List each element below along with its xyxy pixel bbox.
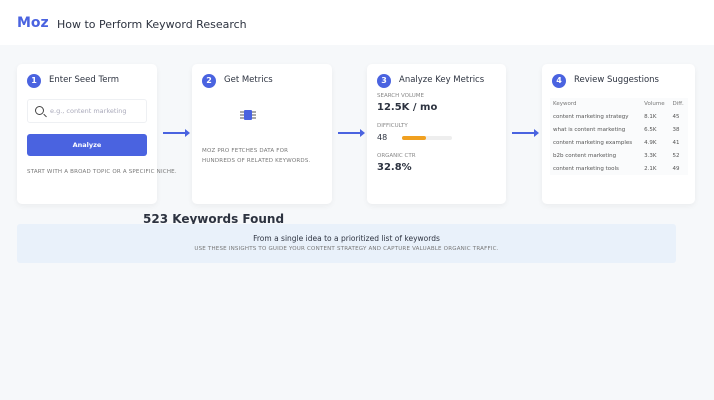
step-title: Get Metrics [224,75,273,85]
difficulty-label: DIFFICULTY [377,123,408,129]
header: Moz How to Perform Keyword Research [0,0,714,45]
seed-term-input[interactable]: e.g., content marketing [27,99,147,123]
step-number: 2 [202,74,216,88]
chip-icon [240,110,256,120]
table-cell: what is content marketing [553,126,626,133]
search-volume-label: SEARCH VOLUME [377,93,425,99]
table-cell: content marketing examples [553,139,633,146]
analyze-button[interactable]: Analyze [27,134,147,156]
arrow-icon [338,129,365,137]
step-title: Analyze Key Metrics [399,75,485,85]
table-cell: 45 [672,113,680,120]
banner-title: From a single idea to a prioritized list… [253,234,440,243]
step-number: 1 [27,74,41,88]
table-cell: 8.1K [644,113,657,120]
table-row[interactable]: content marketing examples 4.9K 41 [550,136,688,149]
table-cell: b2b content marketing [553,152,617,159]
main: 1 Enter Seed Term e.g., content marketin… [0,45,714,400]
table-cell: 4.9K [644,139,657,146]
step-note: START WITH A BROAD TOPIC OR A SPECIFIC N… [27,169,177,175]
moz-logo[interactable]: Moz [17,15,49,31]
table-cell: 3.3K [644,152,657,159]
step-title: Review Suggestions [574,75,659,85]
table-cell: content marketing strategy [553,113,629,120]
summary-banner: From a single idea to a prioritized list… [17,224,676,263]
table-row[interactable]: b2b content marketing 3.3K 52 [550,149,688,162]
table-cell: 38 [672,126,680,133]
table-cell: 2.1K [644,165,657,172]
suggestions-table: Keyword Volume Diff. content marketing s… [550,98,688,175]
table-row[interactable]: content marketing strategy 8.1K 45 [550,110,688,123]
banner-subtitle: USE THESE INSIGHTS TO GUIDE YOUR CONTENT… [194,246,499,252]
step-card-1: 1 Enter Seed Term e.g., content marketin… [17,64,177,204]
search-icon [35,106,44,115]
ctr-label: ORGANIC CTR [377,153,416,159]
table-cell: 52 [672,152,680,159]
ctr-value: 32.8% [377,162,412,173]
difficulty-bar-fill [402,136,426,140]
step-card-3: 3 Analyze Key Metrics SEARCH VOLUME 12.5… [367,64,506,204]
step-note-line-1: MOZ PRO FETCHES DATA FOR [202,148,289,154]
step-note-line-2: HUNDREDS OF RELATED KEYWORDS. [202,158,311,164]
column-header: Diff. [672,101,684,107]
page-title: How to Perform Keyword Research [57,18,247,31]
table-row[interactable]: content marketing tools 2.1K 49 [550,162,688,175]
step-card-4: 4 Review Suggestions Keyword Volume Diff… [542,64,695,204]
arrow-icon [163,129,190,137]
step-title: Enter Seed Term [49,75,120,85]
step-number: 3 [377,74,391,88]
table-cell: content marketing tools [553,165,619,172]
search-volume-value: 12.5K / mo [377,102,438,113]
search-placeholder: e.g., content marketing [50,107,127,115]
table-row[interactable]: what is content marketing 6.5K 38 [550,123,688,136]
arrow-icon [512,129,539,137]
table-cell: 49 [672,165,680,172]
column-header: Keyword [553,101,577,107]
step-card-2: 2 Get Metrics MOZ PRO FETCHES DATA FOR H… [192,64,332,204]
table-cell: 41 [672,139,680,146]
difficulty-value: 48 [377,133,388,142]
table-cell: 6.5K [644,126,657,133]
difficulty-bar [402,136,452,140]
step-number: 4 [552,74,566,88]
column-header: Volume [644,101,665,107]
